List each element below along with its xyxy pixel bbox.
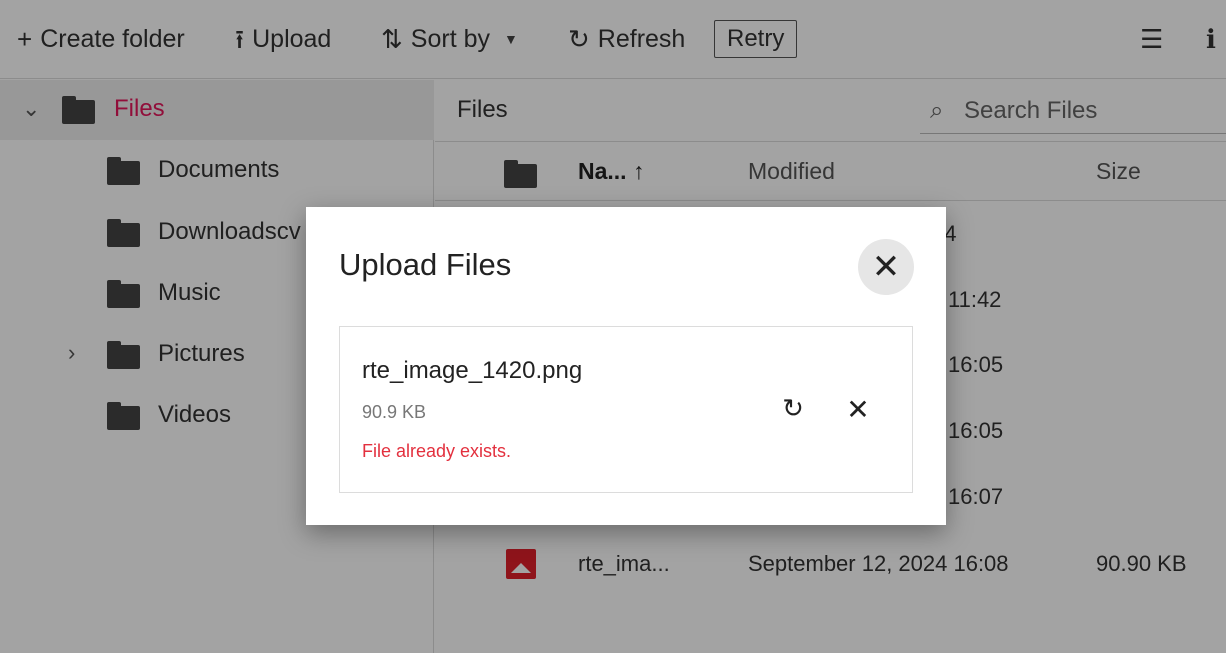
remove-file-button[interactable]: ✕ bbox=[842, 393, 874, 426]
upload-dialog: Upload Files ✕ rte_image_1420.png 90.9 K… bbox=[306, 207, 946, 525]
upload-file-name: rte_image_1420.png bbox=[362, 357, 583, 384]
close-icon: ✕ bbox=[871, 247, 901, 287]
upload-error-message: File already exists. bbox=[362, 441, 512, 461]
close-dialog-button[interactable]: ✕ bbox=[858, 239, 914, 295]
upload-file-size: 90.9 KB bbox=[362, 402, 427, 422]
file-manager: + Create folder ⭱ Upload ⇅ Sort by ▼ ↻ R… bbox=[0, 0, 1226, 653]
retry-upload-button[interactable]: ↻ bbox=[777, 393, 809, 425]
upload-file-item: rte_image_1420.png 90.9 KB File already … bbox=[339, 326, 913, 493]
retry-icon: ↻ bbox=[782, 394, 804, 424]
dialog-title: Upload Files bbox=[339, 247, 512, 282]
remove-icon: ✕ bbox=[846, 393, 870, 426]
